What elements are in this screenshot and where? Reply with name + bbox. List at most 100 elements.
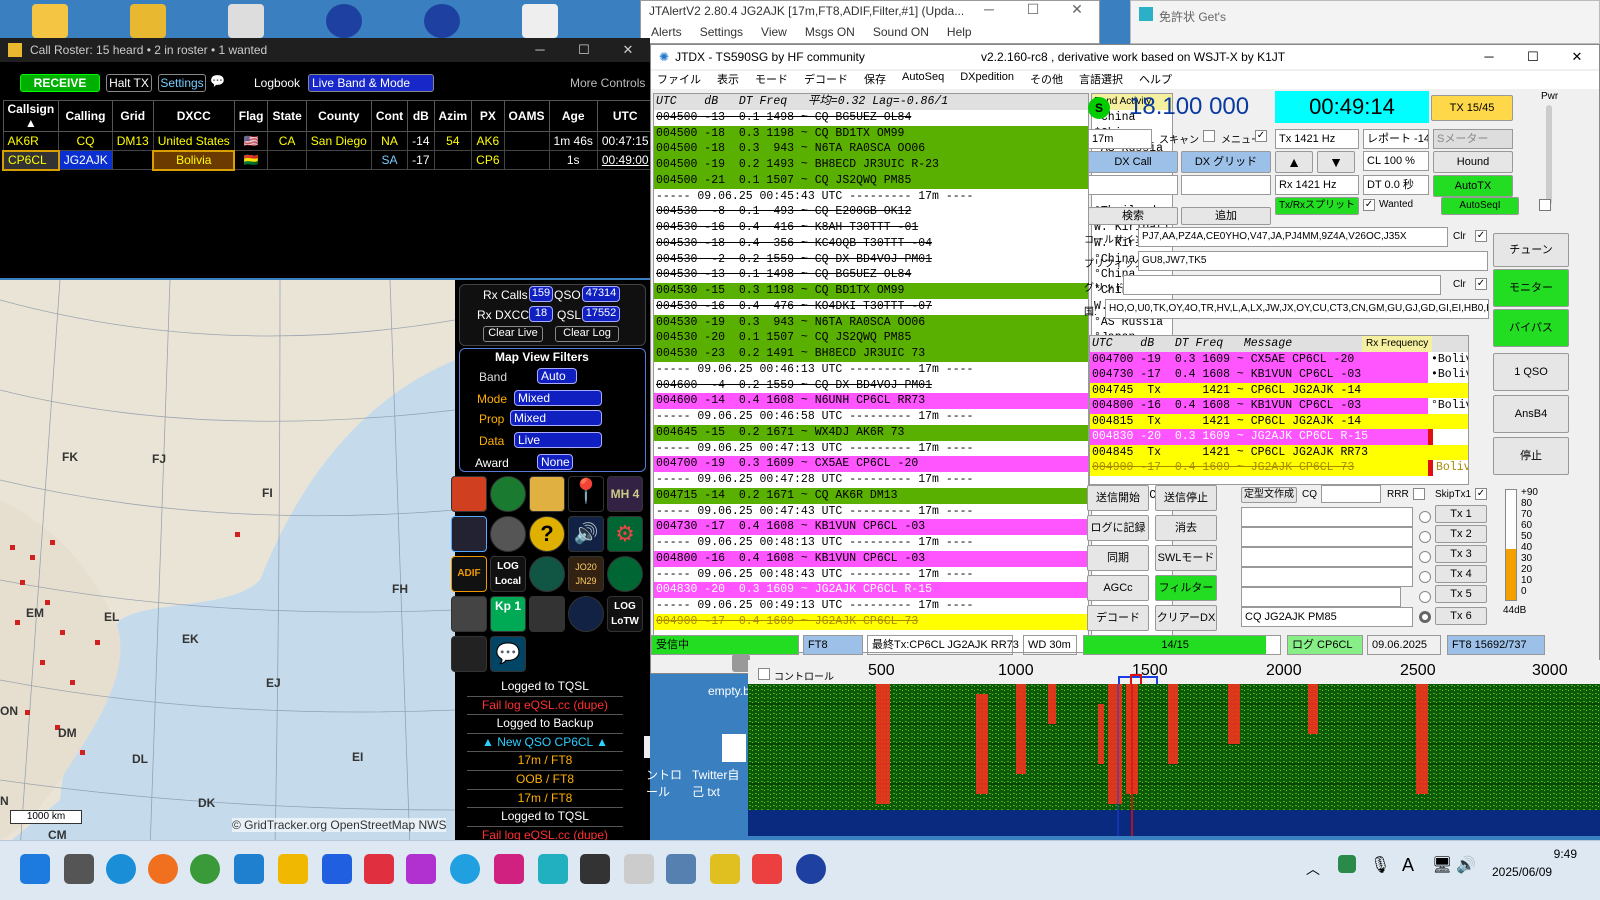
tx3-message[interactable] — [1241, 547, 1413, 567]
band-activity-row[interactable]: ----- 09.06.25 00:47:43 UTC --------- 17… — [654, 503, 1088, 520]
pin-icon[interactable]: 📍 — [568, 476, 604, 512]
callsign-filter-input[interactable]: PJ7,AA,PZ4A,CE0YHO,V47,JA,PJ4MM,9Z4A,V26… — [1138, 227, 1448, 247]
menu-sound[interactable]: Sound ON — [873, 25, 929, 39]
filter-button[interactable]: フィルター — [1155, 575, 1217, 601]
maximize-icon[interactable]: ☐ — [1511, 45, 1555, 69]
col-db[interactable]: dB — [407, 100, 435, 132]
desktop-file[interactable]: Twitter自己 txt — [692, 766, 750, 800]
band-activity-row[interactable]: 004830 -20 0.3 1609 ~ JG2AJK CP6CL R-15 — [654, 582, 1088, 598]
settings-app-icon[interactable] — [522, 4, 558, 38]
band-activity-row[interactable]: 004500 -18 0.3 1198 ~ CQ BD1TX OM99 — [654, 125, 1088, 142]
band-activity-row[interactable]: 004530 -18 0.4 356 ~ KC4OQB T30TTT -04 — [654, 235, 1088, 252]
s-button[interactable]: S — [1088, 97, 1110, 119]
volume-icon[interactable]: 🔊 — [1456, 855, 1476, 875]
app-icon[interactable] — [494, 854, 524, 884]
qth-icon[interactable] — [451, 476, 487, 512]
prefix-filter-input[interactable]: GU8,JW7,TK5 — [1138, 251, 1488, 271]
mode-filter-select[interactable]: Mixed — [514, 390, 602, 406]
minimize-icon[interactable]: ─ — [518, 38, 562, 62]
dt-input[interactable]: DT 0.0 秒 — [1363, 175, 1429, 195]
swl-mode-button[interactable]: SWLモード — [1155, 545, 1217, 571]
autoseq-button[interactable]: AutoSeqI — [1441, 197, 1519, 215]
halt-tx-button[interactable]: Halt TX — [106, 74, 152, 92]
cm-app-icon[interactable] — [624, 854, 654, 884]
explorer-icon[interactable] — [278, 854, 308, 884]
tx-template-button[interactable]: 定型文作成 — [1241, 487, 1297, 503]
menu-view[interactable]: View — [761, 25, 787, 39]
tx6-message[interactable]: CQ JG2AJK PM85 — [1241, 607, 1413, 627]
rx-frequency-row[interactable]: 004730 -17 0.4 1608 ~ KB1VUN CP6CL -03 •B… — [1090, 367, 1468, 383]
band-activity-row[interactable]: 004530 -13 0.1 1498 ~ CQ BG5UEZ OL84 — [654, 267, 1088, 283]
mh4-icon[interactable]: MH 4 — [607, 476, 643, 512]
microphone-icon[interactable]: 🎙 — [1370, 855, 1390, 875]
col-flag[interactable]: Flag — [233, 100, 269, 132]
band-activity-row[interactable]: 004600 -14 0.4 1608 ~ N6UNH CP6CL RR73 — [654, 393, 1088, 409]
log-local-icon[interactable]: LOG Local — [490, 556, 526, 592]
more-controls[interactable]: More Controls — [570, 76, 645, 90]
start-icon[interactable] — [20, 854, 50, 884]
gridtracker-icon[interactable] — [326, 4, 362, 38]
close-icon[interactable]: ✕ — [606, 38, 650, 62]
col-calling[interactable]: Calling — [58, 100, 113, 132]
country-filter-input[interactable]: HO,O,U0,TK,OY,4O,TR,HV,L,A,LX,JW,JX,OY,C… — [1105, 299, 1489, 319]
power-slider[interactable] — [1546, 105, 1552, 205]
tx3-button[interactable]: Tx 3 — [1435, 545, 1487, 563]
help-icon[interactable]: ? — [529, 516, 565, 552]
col-county[interactable]: County — [305, 100, 372, 132]
sync-button[interactable]: 同期 — [1087, 545, 1149, 571]
shield-icon[interactable] — [1338, 855, 1356, 873]
cq-input[interactable] — [1321, 485, 1381, 503]
band-activity-row[interactable]: 004715 -14 0.2 1671 ~ CQ AK6R DM13 — [654, 487, 1088, 504]
dx-call-button[interactable]: DX Call — [1088, 151, 1178, 173]
waterfall-display[interactable]: コントロール 500 1000 1500 2000 2500 3000 — [748, 660, 1600, 836]
band-filter-select[interactable]: Auto — [537, 368, 577, 384]
settings-button[interactable]: Settings — [158, 74, 206, 92]
band-activity-row[interactable]: ----- 09.06.25 00:48:43 UTC --------- 17… — [654, 566, 1088, 583]
tx3-radio[interactable] — [1419, 551, 1431, 563]
band-activity-row[interactable]: 004600 -4 0.2 1559 ~ CQ DX BD4VOJ PM01 — [654, 377, 1088, 394]
report-input[interactable]: レポート -14 — [1363, 129, 1429, 149]
rx-frequency-row[interactable]: 004830 -20 0.3 1609 ~ JG2AJK CP6CL R-15 B… — [1090, 429, 1468, 445]
rx-frequency-row[interactable]: 004700 -19 0.3 1609 ~ CX5AE CP6CL -20 •Bo… — [1090, 351, 1468, 367]
band-activity-row[interactable]: 004530 -15 0.3 1198 ~ CQ BD1TX OM99 — [654, 283, 1088, 299]
stop-tx-button[interactable]: 送信停止 — [1155, 485, 1217, 511]
band-activity-row[interactable]: ----- 09.06.25 00:47:28 UTC --------- 17… — [654, 472, 1088, 488]
receive-button[interactable]: RECEIVE — [20, 74, 100, 92]
task-view-icon[interactable] — [64, 854, 94, 884]
rrr-checkbox[interactable] — [1413, 488, 1425, 500]
col-callsign[interactable]: Callsign ▲ — [2, 100, 60, 132]
log-lotw-icon[interactable]: LOG LoTW — [607, 596, 643, 632]
close-icon[interactable]: ✕ — [1055, 1, 1099, 18]
split-checkbox[interactable] — [1203, 130, 1215, 142]
tx2-message[interactable] — [1241, 527, 1413, 547]
chart-icon[interactable] — [451, 516, 487, 552]
clock-time[interactable]: 9:49 — [1525, 847, 1577, 861]
jtdx-icon[interactable] — [796, 854, 826, 884]
tx1-message[interactable] — [1241, 507, 1413, 527]
chat-icon[interactable]: 💬 — [210, 74, 225, 88]
band-activity-row[interactable]: 004500 -13 0.1 1498 ~ CQ BG5UEZ OL84 — [654, 109, 1088, 126]
app-icon[interactable] — [538, 854, 568, 884]
ime-indicator[interactable]: A — [1402, 855, 1414, 876]
monitor-button[interactable]: モニター — [1493, 269, 1569, 307]
desktop-file[interactable]: ントロール — [646, 766, 686, 800]
menu-checkbox[interactable]: ✓ — [1255, 130, 1267, 142]
music-icon[interactable] — [406, 854, 436, 884]
award-filter-select[interactable]: None — [537, 454, 573, 470]
one-qso-button[interactable]: 1 QSO — [1493, 353, 1569, 391]
app-icon[interactable] — [710, 854, 740, 884]
band-activity-row[interactable]: 004530 -8 0.1 493 ~ CQ E200GB OK12 — [654, 204, 1088, 220]
log-qso-button[interactable]: ログに記録 — [1087, 515, 1149, 541]
band-activity-row[interactable]: 004800 -16 0.4 1608 ~ KB1VUN CP6CL -03 — [654, 550, 1088, 567]
network-icon[interactable]: 🖥 — [1432, 855, 1452, 875]
menu-mode[interactable]: モード — [755, 71, 788, 89]
speaker-icon[interactable]: 🔊 — [568, 516, 604, 552]
dx-call-input[interactable] — [1088, 175, 1178, 195]
band-select[interactable]: 17m — [1088, 129, 1152, 149]
tx4-radio[interactable] — [1419, 571, 1431, 583]
band-activity-row[interactable]: 004645 -15 0.2 1671 ~ WX4DJ AK6R 73 — [654, 424, 1088, 441]
menu-autoseq[interactable]: AutoSeq — [902, 71, 944, 89]
band-activity-row[interactable]: ----- 09.06.25 00:48:13 UTC --------- 17… — [654, 535, 1088, 551]
app-icon[interactable] — [580, 854, 610, 884]
edge-icon[interactable] — [106, 854, 136, 884]
